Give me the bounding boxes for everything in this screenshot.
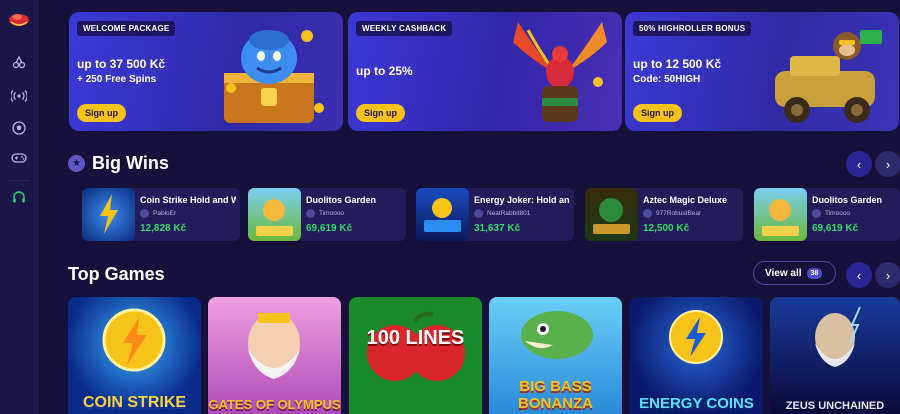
game-tile-zeus-unchained[interactable]: ZEUS UNCHAINED [770, 297, 900, 414]
win-amount: 69,619 Kč [306, 223, 353, 234]
win-username: PabloEr [153, 210, 177, 217]
win-user: 977RobustBear [643, 209, 701, 218]
big-wins-prev-button[interactable]: ‹ [846, 151, 872, 177]
soccer-ball-icon[interactable] [9, 118, 29, 138]
win-amount: 31,637 Kč [474, 223, 521, 234]
sidebar-divider [8, 180, 30, 181]
game-thumbnail [754, 188, 807, 241]
view-all-label: View all [765, 267, 802, 279]
promo-tag: 50% HIGHROLLER BONUS [633, 21, 752, 36]
win-game-name: Duolitos Garden [812, 195, 883, 205]
cherries-icon[interactable] [9, 52, 29, 72]
signup-button[interactable]: Sign up [356, 104, 405, 122]
win-amount: 12,828 Kč [140, 223, 187, 234]
chevron-right-icon: › [885, 156, 891, 172]
game-tile-label: ZEUS UNCHAINED [785, 400, 885, 412]
genie-chest-illustration [224, 30, 324, 123]
win-game-name: Energy Joker: Hold and Win [474, 195, 570, 205]
gamepad-icon[interactable] [9, 148, 29, 168]
avatar [812, 209, 821, 218]
game-tile-label: ENERGY COINS [639, 395, 754, 412]
game-thumbnail [82, 188, 135, 241]
game-tile-label: BIG BASS BONANZA [518, 378, 593, 412]
promo-tag: WEEKLY CASHBACK [356, 21, 453, 36]
win-game-name: Coin Strike Hold and Win [140, 195, 236, 205]
chevron-left-icon: ‹ [856, 267, 862, 283]
win-username: NeatRabbit801 [487, 210, 531, 217]
headset-icon[interactable] [9, 188, 29, 208]
avatar [474, 209, 483, 218]
promo-tag: WELCOME PACKAGE [77, 21, 176, 36]
promo-banner-highroller[interactable]: 50% HIGHROLLER BONUS up to 12 500 Kč Cod… [625, 12, 899, 131]
game-tile-label: GATES OF OLYMPUS [208, 397, 341, 412]
big-win-card[interactable]: Coin Strike Hold and Win PabloEr 12,828 … [82, 188, 240, 241]
big-win-card[interactable]: Energy Joker: Hold and Win NeatRabbit801… [416, 188, 574, 241]
game-tile-big-bass-bonanza[interactable]: BIG BASS BONANZA [489, 297, 622, 414]
promo-title: up to 12 500 Kč [633, 57, 722, 71]
chevron-left-icon: ‹ [856, 156, 862, 172]
win-username: Timoooo [319, 210, 345, 217]
signup-button[interactable]: Sign up [77, 104, 126, 122]
phoenix-illustration [513, 22, 607, 122]
game-tile-energy-coins[interactable]: ENERGY COINS [630, 297, 763, 414]
top-games-prev-button[interactable]: ‹ [846, 262, 872, 288]
promo-title: up to 37 500 Kč [77, 57, 166, 71]
win-username: 977RobustBear [656, 210, 702, 217]
chevron-right-icon: › [885, 267, 891, 283]
top-games-next-button[interactable]: › [875, 262, 900, 288]
promo-subtitle: + 250 Free Spins [77, 74, 157, 85]
monkey-jeep-illustration [775, 30, 882, 123]
signup-button[interactable]: Sign up [633, 104, 682, 122]
view-all-button[interactable]: View all 38 [753, 261, 836, 285]
star-icon: ★ [68, 155, 85, 172]
game-tile-gates-of-olympus[interactable]: GATES OF OLYMPUS [208, 297, 341, 414]
view-all-count-badge: 38 [806, 267, 823, 279]
top-games-title: Top Games [68, 264, 165, 284]
avatar [140, 209, 149, 218]
game-thumbnail [585, 188, 638, 241]
win-amount: 69,619 Kč [812, 223, 859, 234]
promo-banner-welcome[interactable]: WELCOME PACKAGE up to 37 500 Kč + 250 Fr… [69, 12, 343, 131]
win-user: Timoooo [812, 209, 850, 218]
game-thumbnail [416, 188, 469, 241]
win-user: Timoooo [306, 209, 344, 218]
game-thumbnail [248, 188, 301, 241]
game-tile-100-lines[interactable]: 100 LINES [349, 297, 482, 414]
big-win-card[interactable]: Duolitos Garden Timoooo 69,619 Kč [754, 188, 900, 241]
win-amount: 12,500 Kč [643, 223, 690, 234]
avatar [306, 209, 315, 218]
win-user: NeatRabbit801 [474, 209, 530, 218]
promo-title: up to 25% [356, 64, 413, 78]
win-game-name: Duolitos Garden [306, 195, 377, 205]
win-user: PabloEr [140, 209, 176, 218]
sidebar [0, 0, 38, 414]
big-win-card[interactable]: Duolitos Garden Timoooo 69,619 Kč [248, 188, 406, 241]
game-tile-label: COIN STRIKE [82, 394, 187, 411]
logo-icon[interactable] [7, 8, 31, 28]
win-username: Timoooo [825, 210, 851, 217]
game-tile-coin-strike[interactable]: COIN STRIKE [68, 297, 201, 414]
live-broadcast-icon[interactable] [9, 86, 29, 106]
win-game-name: Aztec Magic Deluxe [643, 195, 728, 205]
promo-banner-cashback[interactable]: WEEKLY CASHBACK up to 25% Sign up [348, 12, 622, 131]
game-tile-label: 100 LINES [366, 327, 465, 349]
big-wins-title: Big Wins [92, 153, 169, 173]
big-wins-next-button[interactable]: › [875, 151, 900, 177]
avatar [643, 209, 652, 218]
big-win-card[interactable]: Aztec Magic Deluxe 977RobustBear 12,500 … [585, 188, 743, 241]
promo-subtitle: Code: 50HIGH [633, 74, 701, 85]
